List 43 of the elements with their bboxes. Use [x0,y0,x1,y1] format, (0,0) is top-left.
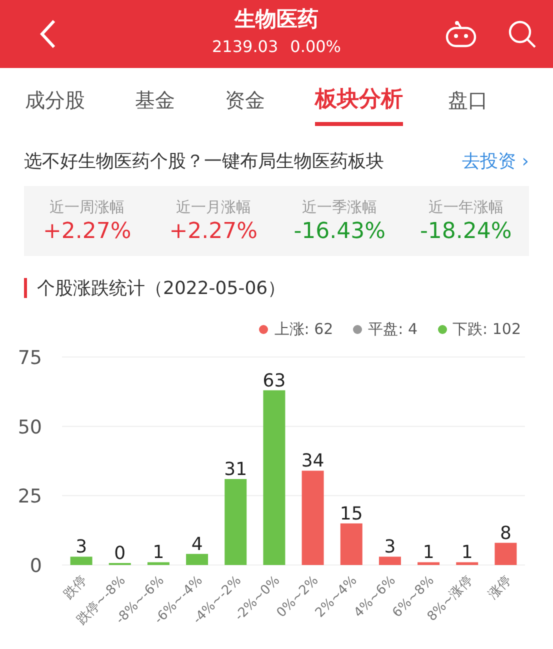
stat-label: 近一年涨幅 [427,198,504,217]
y-tick-label: 50 [18,416,42,438]
stat-value: -16.43% [292,219,387,244]
x-category-label: 跌停 [61,573,90,602]
stat-label: 近一季涨幅 [301,198,378,217]
bar-value-label: 34 [301,450,324,472]
index-price: 2139.03 [212,37,278,56]
tab[interactable]: 板块分析 [315,68,403,126]
stat-label: 近一月涨幅 [174,198,252,217]
bar-value-label: 0 [114,543,126,564]
y-tick-label: 0 [30,555,42,577]
tab[interactable]: 资金 [225,68,265,126]
legend-label: 平盘: 4 [368,320,418,339]
bar-value-label: 15 [340,503,363,524]
bar-value-label: 1 [422,542,434,564]
promo-text: 选不好生物医药个股？一键布局生物医药板块 [24,150,384,173]
legend-label: 下跌: 102 [452,320,521,339]
stat-value: +2.27% [42,219,132,244]
bar-value-label: 63 [262,370,286,392]
search-icon[interactable] [507,19,537,49]
y-tick-label: 25 [18,486,42,508]
bar-value-label: 3 [384,536,396,558]
bar-value-label: 1 [461,542,473,564]
stat-value: -18.24% [418,219,513,244]
bar-value-label: 3 [76,536,88,558]
legend-label: 上涨: 62 [274,320,334,339]
bar-value-label: 8 [500,522,512,544]
x-category-label: 涨停 [486,573,515,602]
tab[interactable]: 成分股 [25,68,85,126]
back-icon[interactable] [40,19,56,49]
stat-label: 近一周涨幅 [48,198,126,217]
bar-value-label: 4 [191,534,203,555]
bar-value-label: 31 [224,459,248,480]
tab[interactable]: 基金 [135,68,175,126]
bar-value-label: 1 [152,542,164,564]
section-title: 个股涨跌统计（2022-05-06） [37,277,286,300]
page-title: 生物医药 [233,6,320,33]
robot-icon[interactable] [445,20,477,48]
index-change: 0.00% [290,37,341,56]
stat-value: +2.27% [168,219,259,244]
tab[interactable]: 盘口 [448,68,488,126]
y-tick-label: 75 [18,347,42,369]
section-marker [24,278,27,298]
